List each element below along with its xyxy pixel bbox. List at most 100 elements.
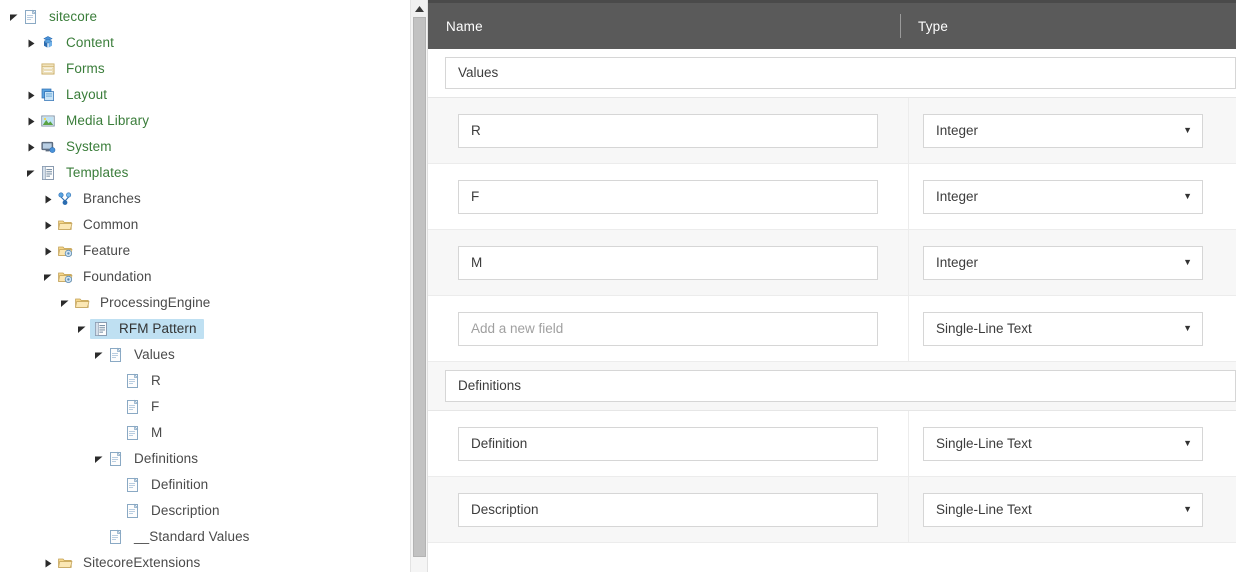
tree-item-common[interactable]: Common bbox=[0, 212, 427, 238]
tree-item-system[interactable]: System bbox=[0, 134, 427, 160]
tree-item-values[interactable]: Values bbox=[0, 342, 427, 368]
twisty-collapsed-icon bbox=[45, 247, 51, 255]
twisty-expanded-icon[interactable] bbox=[91, 446, 107, 472]
item-page-icon bbox=[110, 529, 122, 544]
tree-item-rfm-pattern[interactable]: RFM Pattern bbox=[0, 316, 427, 342]
tree-item-content[interactable]: Layout bbox=[39, 86, 110, 104]
tree-item-content[interactable]: R bbox=[124, 372, 164, 390]
twisty-expanded-icon[interactable] bbox=[40, 264, 56, 290]
tree-item-content[interactable]: SitecoreExtensions bbox=[56, 554, 203, 572]
twisty-collapsed-icon[interactable] bbox=[40, 238, 56, 264]
tree-item-content[interactable]: Branches bbox=[56, 190, 144, 208]
tree-item-content[interactable]: ProcessingEngine bbox=[73, 294, 213, 312]
twisty-expanded-icon[interactable] bbox=[74, 316, 90, 342]
tree-item-processingengine[interactable]: ProcessingEngine bbox=[0, 290, 427, 316]
tree-item-content[interactable]: Foundation bbox=[56, 268, 155, 286]
tree-item-content[interactable]: Definition bbox=[124, 476, 211, 494]
tree-item-definitions[interactable]: Definitions bbox=[0, 446, 427, 472]
tree-item-r[interactable]: R bbox=[0, 368, 427, 394]
template-icon bbox=[39, 164, 57, 182]
twisty-expanded-icon bbox=[94, 456, 102, 463]
field-type-select[interactable]: Single-Line Text ▼ bbox=[923, 426, 1203, 461]
twisty-collapsed-icon[interactable] bbox=[40, 186, 56, 212]
twisty-collapsed-icon[interactable] bbox=[40, 550, 56, 572]
field-name-input[interactable]: M bbox=[458, 245, 878, 280]
tree-item-content[interactable]: Templates bbox=[39, 164, 131, 182]
tree-item-label: F bbox=[151, 399, 160, 414]
tree-item-label: sitecore bbox=[49, 9, 98, 24]
add-new-field-input[interactable]: Add a new field bbox=[458, 311, 878, 346]
tree-item-templates[interactable]: Templates bbox=[0, 160, 427, 186]
layout-icon bbox=[39, 86, 57, 104]
tree-item-content[interactable]: Description bbox=[124, 502, 223, 520]
tree-item-content[interactable]: Content bbox=[39, 34, 117, 52]
section-name-input[interactable]: Values bbox=[445, 57, 1236, 89]
tree-item-content[interactable]: F bbox=[124, 398, 162, 416]
field-name-input[interactable]: F bbox=[458, 179, 878, 214]
tree-item-definition[interactable]: Definition bbox=[0, 472, 427, 498]
item-page-icon bbox=[110, 347, 122, 362]
tree-item-label: Values bbox=[134, 347, 175, 362]
tree-item-f[interactable]: F bbox=[0, 394, 427, 420]
scroll-up-button[interactable] bbox=[411, 0, 427, 17]
folder-icon bbox=[56, 554, 74, 572]
field-name-input[interactable]: Definition bbox=[458, 426, 878, 461]
tree-item-content[interactable]: __Standard Values bbox=[107, 528, 253, 546]
tree-item-content[interactable]: sitecore bbox=[22, 8, 100, 26]
field-row: Description Single-Line Text ▼ bbox=[428, 477, 1236, 543]
field-type-select[interactable]: Single-Line Text ▼ bbox=[923, 492, 1203, 527]
tree-item-content[interactable]: Forms bbox=[39, 60, 108, 78]
tree-item-content[interactable]: RFM Pattern bbox=[90, 319, 204, 339]
twisty-placeholder bbox=[108, 420, 124, 446]
tree-scrollbar-thumb[interactable] bbox=[413, 17, 426, 557]
twisty-expanded-icon[interactable] bbox=[23, 160, 39, 186]
tree-item-branches[interactable]: Branches bbox=[0, 186, 427, 212]
twisty-collapsed-icon[interactable] bbox=[40, 212, 56, 238]
tree-item-description[interactable]: Description bbox=[0, 498, 427, 524]
tree-item-content[interactable]: Media Library bbox=[39, 112, 152, 130]
twisty-collapsed-icon[interactable] bbox=[23, 108, 39, 134]
tree-item-content[interactable]: M bbox=[124, 424, 165, 442]
tree-item-feature[interactable]: Feature bbox=[0, 238, 427, 264]
tree-item-content[interactable]: Common bbox=[56, 216, 141, 234]
field-type-cell: Integer ▼ bbox=[909, 230, 1236, 295]
tree-scrollbar-track[interactable] bbox=[411, 17, 427, 572]
twisty-collapsed-icon[interactable] bbox=[23, 134, 39, 160]
twisty-expanded-icon[interactable] bbox=[91, 342, 107, 368]
tree-item-content[interactable]: Values bbox=[107, 346, 178, 364]
column-header-name: Name bbox=[446, 18, 483, 34]
tree-item-forms[interactable]: Forms bbox=[0, 56, 427, 82]
tree-scrollbar[interactable] bbox=[410, 0, 427, 572]
twisty-expanded-icon[interactable] bbox=[57, 290, 73, 316]
tree-item-m[interactable]: M bbox=[0, 420, 427, 446]
tree-item-sitecoreextensions[interactable]: SitecoreExtensions bbox=[0, 550, 427, 572]
item-page-icon bbox=[127, 399, 139, 414]
twisty-collapsed-icon[interactable] bbox=[23, 82, 39, 108]
twisty-collapsed-icon[interactable] bbox=[23, 30, 39, 56]
tree-item-sitecore[interactable]: sitecore bbox=[0, 4, 427, 30]
twisty-expanded-icon bbox=[9, 14, 17, 21]
field-type-select[interactable]: Integer ▼ bbox=[923, 113, 1203, 148]
field-type-select[interactable]: Single-Line Text ▼ bbox=[923, 311, 1203, 346]
field-type-select[interactable]: Integer ▼ bbox=[923, 245, 1203, 280]
field-row: Add a new field Single-Line Text ▼ bbox=[428, 296, 1236, 362]
forms-icon bbox=[39, 60, 57, 78]
tree-item-layout[interactable]: Layout bbox=[0, 82, 427, 108]
twisty-expanded-icon bbox=[26, 170, 34, 177]
chevron-down-icon: ▼ bbox=[1183, 503, 1192, 514]
field-type-select[interactable]: Integer ▼ bbox=[923, 179, 1203, 214]
field-type-value: Single-Line Text bbox=[936, 436, 1032, 451]
tree-item-media-library[interactable]: Media Library bbox=[0, 108, 427, 134]
tree-item-standard-values[interactable]: __Standard Values bbox=[0, 524, 427, 550]
field-name-input[interactable]: Description bbox=[458, 492, 878, 527]
tree-item-content[interactable]: Definitions bbox=[107, 450, 201, 468]
twisty-expanded-icon[interactable] bbox=[6, 4, 22, 30]
tree-item-label: System bbox=[66, 139, 112, 154]
tree-item-content[interactable]: System bbox=[39, 138, 115, 156]
tree-item-foundation[interactable]: Foundation bbox=[0, 264, 427, 290]
tree-item-content[interactable]: Content bbox=[0, 30, 427, 56]
section-name-input[interactable]: Definitions bbox=[445, 370, 1236, 402]
grid-body: Values R Integer ▼ F Integer ▼ M Integer ▼ Add a n… bbox=[428, 49, 1236, 543]
field-name-input[interactable]: R bbox=[458, 113, 878, 148]
tree-item-content[interactable]: Feature bbox=[56, 242, 133, 260]
